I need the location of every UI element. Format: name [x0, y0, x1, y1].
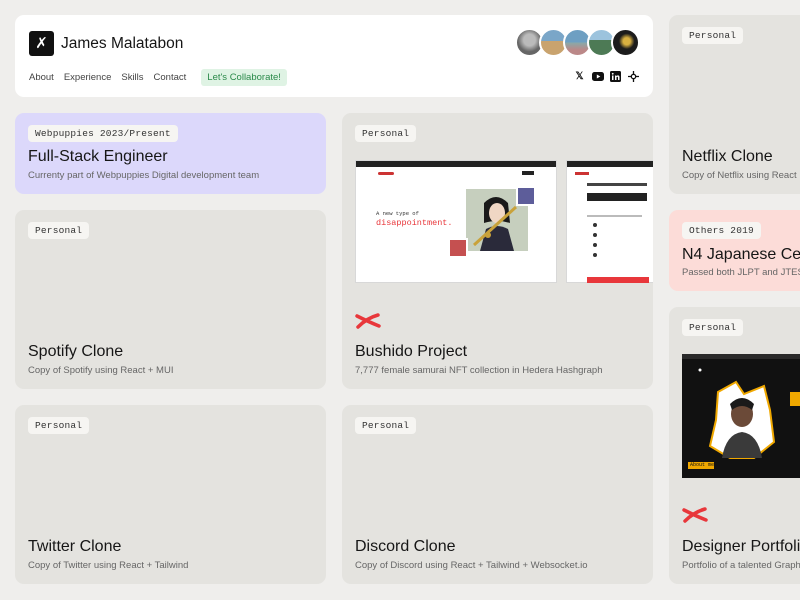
mock-headline: disappointment. — [376, 218, 453, 228]
logo-icon[interactable]: ✗ — [29, 31, 54, 56]
tag-badge: Personal — [682, 319, 744, 336]
card-title: Discord Clone — [355, 538, 456, 555]
avatar-group — [515, 28, 640, 57]
card-title: Twitter Clone — [28, 538, 122, 555]
collaborate-button[interactable]: Let's Collaborate! — [201, 69, 287, 86]
project-card-discord[interactable]: Personal Discord Clone Copy of Discord u… — [342, 405, 653, 584]
project-card-bushido[interactable]: Personal A new type of disappointment. B… — [342, 113, 653, 389]
website-preview-secondary — [566, 160, 653, 283]
social-links: 𝕏 — [574, 71, 639, 82]
nav-experience[interactable]: Experience — [64, 72, 112, 83]
mock-block — [587, 193, 647, 201]
tag-badge: Webpuppies 2023/Present — [28, 125, 178, 142]
linkedin-icon[interactable] — [610, 71, 621, 82]
project-card-designer-portfolio[interactable]: Personal About me Designer Portfoli Port… — [669, 307, 800, 584]
card-title: Netflix Clone — [682, 148, 773, 165]
youtube-icon[interactable] — [592, 71, 604, 82]
nav-skills[interactable]: Skills — [121, 72, 143, 83]
profile-header-card: ✗ James Malatabon About Experience Skill… — [15, 15, 653, 97]
card-title: Bushido Project — [355, 343, 468, 360]
bushido-logo-icon — [355, 312, 381, 335]
card-title: Spotify Clone — [28, 343, 124, 360]
mock-menu — [522, 171, 534, 175]
portfolio-preview: About me — [682, 354, 800, 478]
mock-footer — [587, 277, 649, 283]
card-title: N4 Japanese Cer — [682, 246, 800, 263]
main-nav: About Experience Skills Contact Let's Co… — [29, 69, 287, 86]
tag-badge: Personal — [28, 222, 90, 239]
mock-dot — [593, 233, 597, 237]
mock-logo — [378, 172, 394, 175]
mock-line — [587, 215, 642, 217]
certification-card[interactable]: Others 2019 N4 Japanese Cer Passed both … — [669, 210, 800, 291]
mock-logo — [575, 172, 589, 175]
thumbnail-image — [448, 238, 468, 258]
tag-badge: Personal — [28, 417, 90, 434]
avatar[interactable] — [611, 28, 640, 57]
project-card-spotify[interactable]: Personal Spotify Clone Copy of Spotify u… — [15, 210, 326, 389]
tag-badge: Personal — [355, 417, 417, 434]
x-icon[interactable]: 𝕏 — [574, 71, 585, 82]
designer-logo-icon — [682, 506, 708, 529]
mock-about-label: About me — [690, 462, 715, 468]
mock-dot — [593, 243, 597, 247]
nav-about[interactable]: About — [29, 72, 54, 83]
card-description: Copy of Spotify using React + MUI — [28, 365, 174, 376]
card-title: Designer Portfoli — [682, 538, 800, 555]
card-description: Passed both JLPT and JTEST — [682, 267, 800, 278]
github-icon[interactable] — [628, 71, 639, 82]
project-card-twitter[interactable]: Personal Twitter Clone Copy of Twitter u… — [15, 405, 326, 584]
tag-badge: Personal — [682, 27, 744, 44]
owner-name: James Malatabon — [61, 35, 184, 52]
website-preview: A new type of disappointment. — [355, 160, 557, 283]
mock-dot — [593, 223, 597, 227]
experience-card[interactable]: Webpuppies 2023/Present Full-Stack Engin… — [15, 113, 326, 194]
project-card-netflix[interactable]: Personal Netflix Clone Copy of Netflix u… — [669, 15, 800, 194]
mock-headline-small: A new type of — [376, 210, 419, 217]
card-description: Copy of Netflix using React — [682, 170, 797, 181]
mock-line — [587, 183, 647, 186]
card-description: 7,777 female samurai NFT collection in H… — [355, 365, 603, 376]
card-description: Portfolio of a talented Graph — [682, 560, 800, 571]
card-description: Currenty part of Webpuppies Digital deve… — [28, 170, 260, 181]
mock-dot — [593, 253, 597, 257]
nav-contact[interactable]: Contact — [154, 72, 187, 83]
card-description: Copy of Twitter using React + Tailwind — [28, 560, 189, 571]
card-title: Full-Stack Engineer — [28, 148, 168, 165]
tag-badge: Others 2019 — [682, 222, 761, 239]
tag-badge: Personal — [355, 125, 417, 142]
card-description: Copy of Discord using React + Tailwind +… — [355, 560, 588, 571]
thumbnail-image — [516, 186, 536, 206]
